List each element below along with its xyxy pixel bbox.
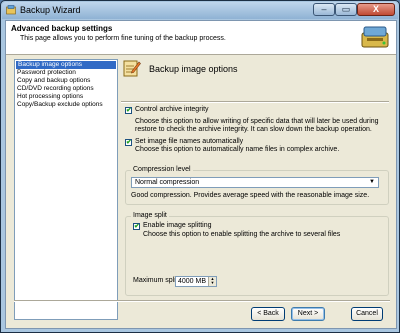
wizard-app-icon <box>6 5 16 15</box>
header-subtitle: This page allows you to perform fine tun… <box>20 35 226 42</box>
settings-category-list[interactable]: Backup image options Password protection… <box>14 59 118 320</box>
auto-names-description: Choose this option to automatically name… <box>135 146 340 153</box>
section-title: Backup image options <box>149 64 238 74</box>
max-split-size-spinner[interactable]: 4000 MB ▲ ▼ <box>175 276 217 287</box>
compression-description: Good compression. Provides average speed… <box>131 192 370 199</box>
enable-splitting-checkbox[interactable]: ✔ <box>133 223 140 230</box>
control-integrity-label[interactable]: Control archive integrity <box>135 106 209 113</box>
backup-wizard-window: Backup Wizard – ▭ X Advanced backup sett… <box>0 0 400 333</box>
nav-item-hot-processing[interactable]: Hot processing options <box>15 93 117 101</box>
footer-separator <box>14 300 390 302</box>
maximize-button[interactable]: ▭ <box>335 3 357 16</box>
control-integrity-description: Choose this option to allow writing of s… <box>135 118 379 133</box>
wizard-header: Advanced backup settings This page allow… <box>6 21 396 55</box>
pencil-document-icon <box>123 60 141 77</box>
enable-splitting-description: Choose this option to enable splitting t… <box>143 231 341 238</box>
close-button[interactable]: X <box>357 3 395 16</box>
header-title: Advanced backup settings <box>11 24 113 33</box>
control-integrity-checkbox[interactable]: ✔ <box>125 107 132 114</box>
minimize-button[interactable]: – <box>313 3 335 16</box>
back-button[interactable]: < Back <box>251 307 285 321</box>
max-split-size-value[interactable]: 4000 MB <box>178 278 206 285</box>
title-bar[interactable]: Backup Wizard – ▭ X <box>2 2 398 19</box>
compression-selected-value: Normal compression <box>135 179 200 186</box>
next-button[interactable]: Next > <box>291 307 325 321</box>
nav-item-password-protection[interactable]: Password protection <box>15 69 117 77</box>
auto-names-checkbox[interactable]: ✔ <box>125 139 132 146</box>
nav-item-backup-image-options[interactable]: Backup image options <box>16 61 116 69</box>
spin-down-icon[interactable]: ▼ <box>209 281 216 285</box>
image-split-group-label: Image split <box>131 212 169 219</box>
cancel-button[interactable]: Cancel <box>351 307 383 321</box>
dropdown-arrow-icon[interactable]: ▼ <box>368 179 376 186</box>
section-separator <box>121 101 389 103</box>
spinner-buttons[interactable]: ▲ ▼ <box>208 277 216 286</box>
nav-item-copy-backup-options[interactable]: Copy and backup options <box>15 77 117 85</box>
dialog-client-area: Advanced backup settings This page allow… <box>5 20 397 329</box>
enable-splitting-label[interactable]: Enable image splitting <box>143 222 212 229</box>
backup-drive-icon <box>361 26 389 48</box>
nav-item-cd-dvd-recording[interactable]: CD/DVD recording options <box>15 85 117 93</box>
auto-names-label[interactable]: Set image file names automatically <box>135 138 243 145</box>
compression-group-label: Compression level <box>131 166 193 173</box>
compression-level-select[interactable]: Normal compression ▼ <box>131 177 379 188</box>
options-panel: Backup image options ✔ Control archive i… <box>121 59 391 299</box>
nav-item-exclude-options[interactable]: Copy/Backup exclude options <box>15 101 117 109</box>
window-title: Backup Wizard <box>20 5 81 15</box>
